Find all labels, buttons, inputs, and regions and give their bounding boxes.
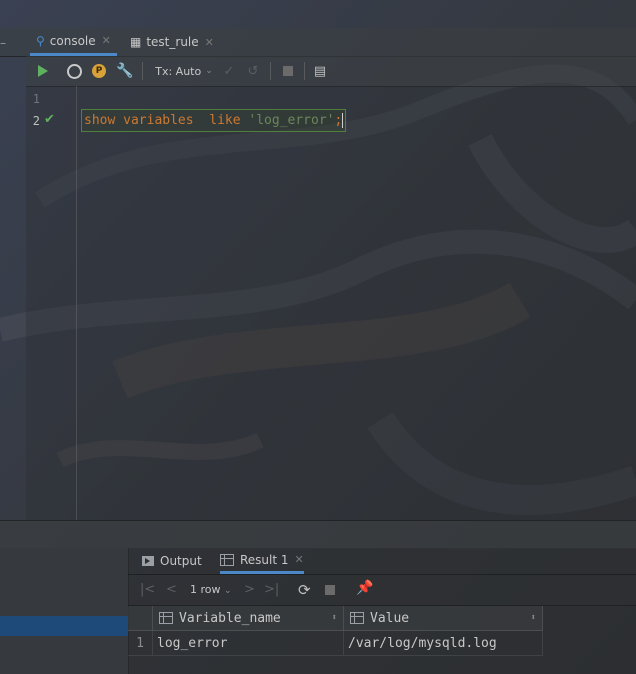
pin-icon[interactable]: 📌 [356,580,373,596]
editor-tab-bar: – ⚲ console ✕ ▦ test_rule ✕ [0,28,636,57]
keyword-token: show [84,113,116,128]
settings-button[interactable]: 🔧 [116,62,134,80]
row-count-dropdown[interactable]: 1 row ⌄ [190,583,232,596]
panel-divider[interactable] [0,520,636,549]
table-icon: ▦ [130,35,142,49]
previous-page-icon[interactable]: < [166,582,177,597]
run-icon [38,65,48,77]
rollback-button[interactable]: ↺ [246,62,260,80]
sort-icon[interactable]: ⬍ [332,613,337,623]
row-count-label: 1 row [190,583,221,596]
wrench-icon: 🔧 [116,63,134,79]
checkmark-icon: ✔ [44,112,55,127]
tab-output[interactable]: Output [142,548,202,574]
semicolon-token: ; [334,113,343,128]
last-page-icon[interactable]: >| [264,582,279,597]
string-token: 'log_error' [248,113,335,128]
toolbar-separator [142,62,143,80]
selected-tree-row[interactable] [0,616,128,636]
chevron-down-icon: ⌄ [205,66,213,76]
collapse-indicator[interactable]: – [0,36,6,50]
stop-icon [283,66,293,76]
stop-icon[interactable] [325,585,335,595]
next-page-icon[interactable]: > [244,582,255,597]
close-icon[interactable]: ✕ [205,36,214,49]
keyword-token: variables [123,113,194,128]
line-number: 2 [32,114,40,128]
column-label: Value [370,610,410,626]
clock-icon [66,63,82,79]
tab-label: Result 1 [240,552,289,567]
console-icon: ⚲ [36,33,45,48]
tx-mode-label: Tx: Auto [155,64,202,78]
text-caret [342,113,344,128]
results-tab-bar: Output Result 1 ✕ [128,548,636,575]
grid-list-icon: ▤ [313,63,327,79]
refresh-icon[interactable]: ⟳ [298,581,311,599]
editor-toolbar: P 🔧 Tx: Auto ⌄ ✓ ↺ ▤ [26,56,636,87]
row-number: 1 [128,631,153,656]
column-header-value[interactable]: Value ⬍ [344,606,543,631]
close-icon[interactable]: ✕ [295,553,304,566]
tx-mode-dropdown[interactable]: Tx: Auto ⌄ [154,62,214,80]
results-toolbar: |< < 1 row ⌄ > >| ⟳ 📌 [128,575,636,606]
tab-label: console [49,33,96,48]
sql-editor[interactable]: 1 2 ✔ show variables like 'log_error'; [26,86,636,520]
column-icon [350,612,364,624]
execute-button[interactable] [36,62,50,80]
column-header-variable-name[interactable]: Variable_name ⬍ [153,606,344,631]
services-tree-panel [0,548,129,674]
line-number: 1 [32,92,40,106]
checkmark-icon: ✓ [223,63,235,79]
cell-variable-name[interactable]: log_error [153,631,344,656]
tab-label: test_rule [146,35,199,49]
cell-value[interactable]: /var/log/mysqld.log [344,631,543,656]
row-number-header [128,606,153,631]
undo-icon: ↺ [247,63,259,79]
column-label: Variable_name [179,610,281,626]
chevron-down-icon: ⌄ [224,586,232,596]
tab-result-1[interactable]: Result 1 ✕ [220,548,304,574]
code-line[interactable]: show variables like 'log_error'; [81,109,347,132]
tab-test-rule[interactable]: ▦ test_rule ✕ [124,28,220,56]
stop-button[interactable] [281,62,295,80]
first-page-icon[interactable]: |< [140,582,155,597]
line-gutter: 1 2 ✔ [26,86,77,520]
keyword-token: like [209,113,241,128]
output-icon [142,556,154,566]
output-layout-button[interactable]: ▤ [312,62,328,80]
close-icon[interactable]: ✕ [102,34,111,47]
commit-button[interactable]: ✓ [222,62,236,80]
toolbar-separator [304,62,305,80]
services-panel: Output Result 1 ✕ |< < 1 row ⌄ > >| ⟳ 📌 … [128,548,636,674]
toolbar-separator [270,62,271,80]
p-icon: P [92,64,106,78]
table-icon [220,553,234,566]
history-button[interactable] [66,62,82,80]
tab-console[interactable]: ⚲ console ✕ [30,28,117,56]
sort-icon[interactable]: ⬍ [531,613,536,623]
tab-label: Output [160,554,202,568]
column-icon [159,612,173,624]
explain-plan-button[interactable]: P [90,62,108,80]
